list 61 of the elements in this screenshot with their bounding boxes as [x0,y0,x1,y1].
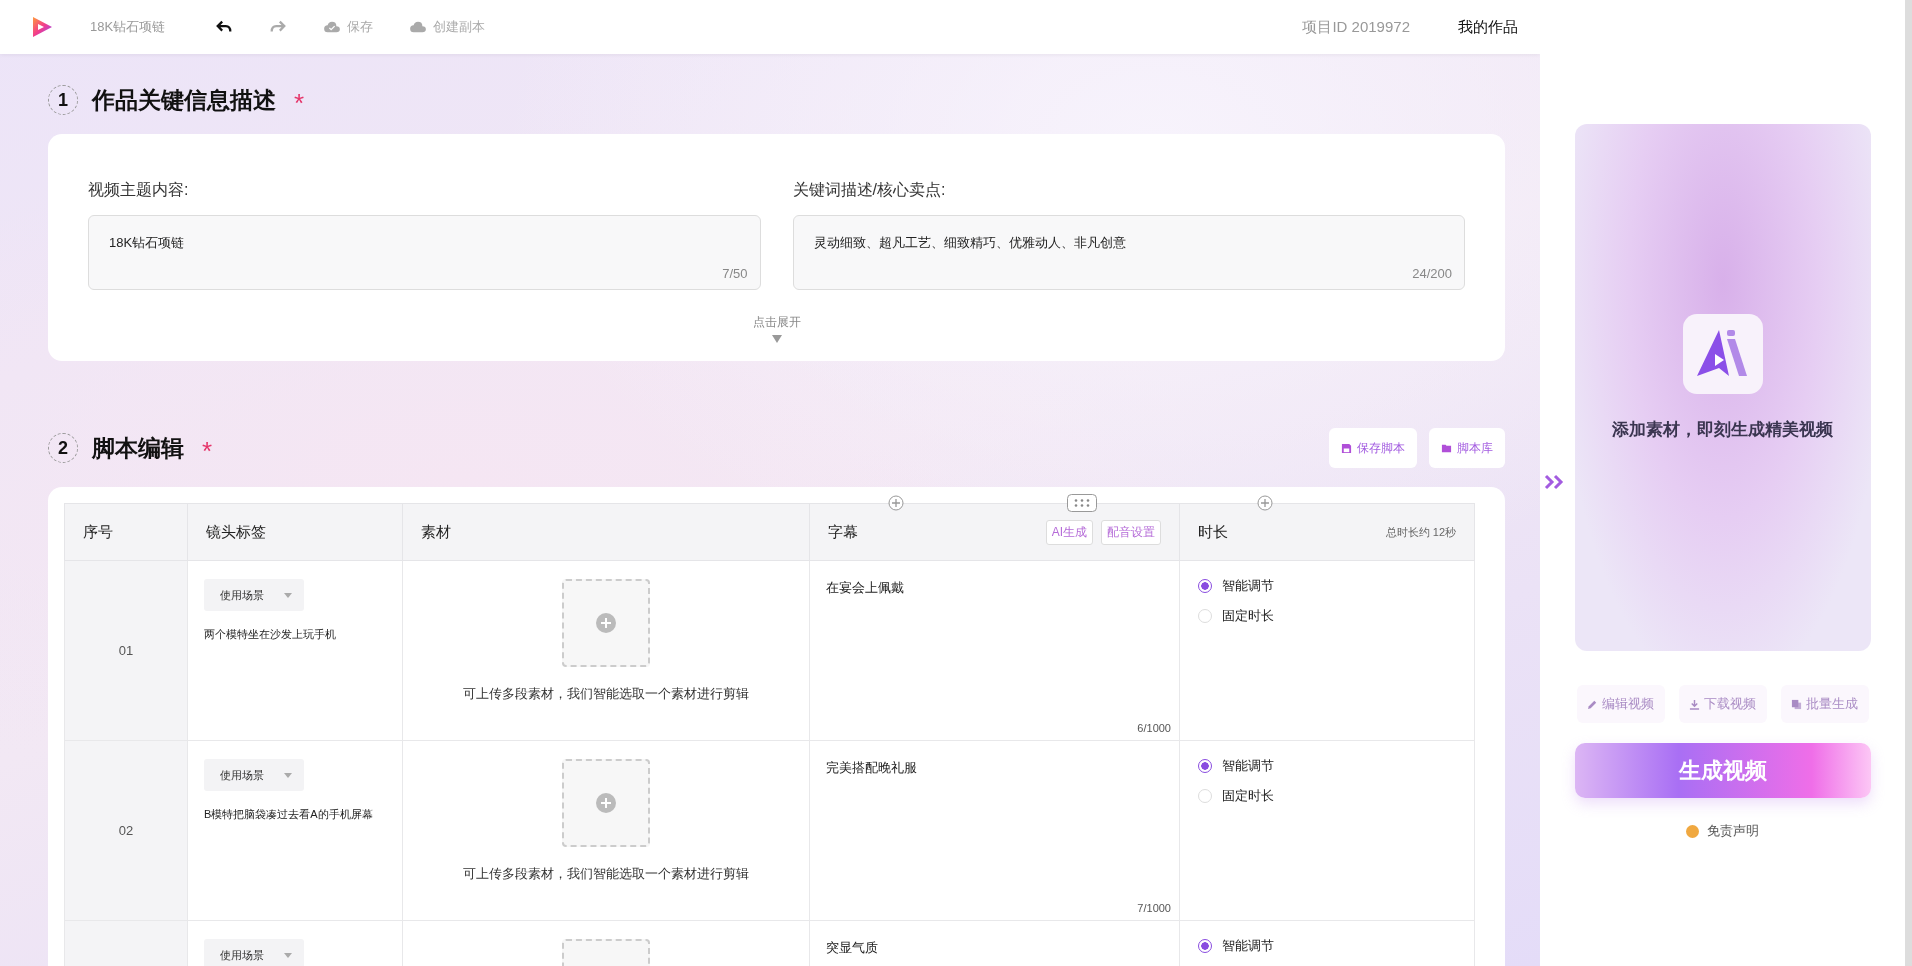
shot-description: B模特把脑袋凑过去看A的手机屏幕 [204,808,373,820]
character-count: 6/1000 [1137,722,1171,734]
column-title: 时长 [1198,522,1228,542]
add-column-icon[interactable] [1257,495,1273,511]
tag-dropdown[interactable]: 使用场景 [204,939,304,966]
save-script-button[interactable]: 保存脚本 [1329,428,1417,468]
double-chevron-icon[interactable] [1544,474,1566,490]
subtitle-text[interactable]: 在宴会上佩戴 [826,580,904,595]
logo-icon [30,15,54,39]
drag-handle-icon[interactable] [1067,494,1097,512]
tag-dropdown[interactable]: 使用场景 [204,759,304,791]
pencil-icon [1587,698,1598,710]
caret-down-icon [284,772,292,778]
app-logo-icon [1682,314,1763,394]
duration-option[interactable]: 固定时长 [1198,787,1456,805]
row-number: 01 [118,643,134,658]
add-column-icon[interactable] [888,495,904,511]
shot-description: 两个模特坐在沙发上玩手机 [204,628,336,640]
project-name: 18K钻石项链 [90,18,166,36]
caret-down-icon [771,335,782,343]
section-title: 作品关键信息描述 [92,85,276,115]
upload-hint: 可上传多段素材，我们智能选取一个素材进行剪辑 [462,685,750,703]
column-title: 素材 [421,522,451,542]
stacked-pages-icon [1791,698,1802,710]
duration-option[interactable]: 智能调节 [1198,757,1456,775]
column-title: 镜头标签 [206,522,266,542]
caret-down-icon [284,592,292,598]
required-mark: * [202,435,213,464]
text-field[interactable]: 18K钻石项链 7/50 [88,215,761,290]
text-field[interactable]: 灵动细致、超凡工艺、细致精巧、优雅动人、非凡创意 24/200 [792,215,1465,290]
script-library-button[interactable]: 脚本库 [1429,428,1505,468]
column-title: 序号 [83,522,113,542]
cloud-check-icon [323,20,342,34]
preview-message: 添加素材，即刻生成精美视频 [1612,419,1833,441]
subtitle-text[interactable]: 突显气质 [826,940,878,955]
tag-dropdown[interactable]: 使用场景 [204,579,304,611]
column-title: 字幕 [828,522,858,542]
row-number: 02 [118,823,134,838]
expand-link[interactable]: 点击展开 [752,314,801,331]
info-dot-icon [1686,824,1699,838]
total-duration: 总时长约 12秒 [1385,524,1456,540]
required-mark: * [294,87,305,116]
my-works-link[interactable]: 我的作品 [1458,17,1518,37]
duration-option[interactable]: 智能调节 [1198,577,1456,595]
upload-box[interactable] [562,759,650,847]
subtitle-action-button[interactable]: 配音设置 [1101,519,1161,545]
folder-icon [1441,442,1452,454]
subtitle-action-button[interactable]: AI生成 [1045,519,1093,545]
field-label: 关键词描述/核心卖点: [792,180,946,200]
cloud-icon [409,20,428,34]
download-icon [1689,698,1700,710]
section-title: 脚本编辑 [92,433,184,463]
upload-hint: 可上传多段素材，我们智能选取一个素材进行剪辑 [462,865,750,883]
upload-box[interactable] [562,579,650,667]
caret-down-icon [284,952,292,958]
subtitle-text[interactable]: 完美搭配晚礼服 [826,760,917,775]
disclaimer-link[interactable]: 免责声明 [1707,822,1759,840]
character-count: 7/1000 [1137,902,1171,914]
project-id: 项目ID 2019972 [1302,17,1410,37]
duration-option[interactable]: 固定时长 [1198,607,1456,625]
field-label: 视频主题内容: [88,180,189,200]
